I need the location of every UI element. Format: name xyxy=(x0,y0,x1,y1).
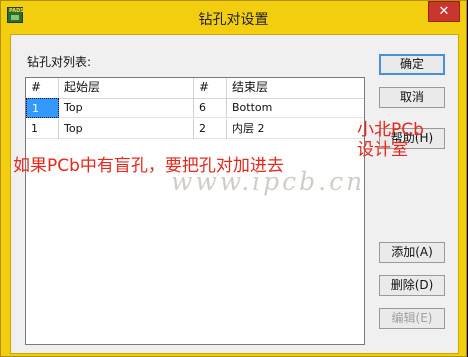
column-header-end-index[interactable]: # xyxy=(194,78,227,98)
table-cell[interactable]: Bottom xyxy=(227,98,364,118)
ok-button[interactable]: 确定 xyxy=(379,54,445,75)
edit-button[interactable]: 编辑(E) xyxy=(379,308,445,329)
drill-pairs-list-label: 钻孔对列表: xyxy=(27,55,92,69)
dialog-title: 钻孔对设置 xyxy=(198,12,269,28)
column-header-start-layer[interactable]: 起始层 xyxy=(59,78,194,98)
column-header-end-layer[interactable]: 结束层 xyxy=(227,78,364,98)
delete-button[interactable]: 删除(D) xyxy=(379,275,445,296)
add-button[interactable]: 添加(A) xyxy=(379,242,445,263)
table-row[interactable]: 1 Top 6 Bottom xyxy=(26,98,364,118)
column-header-start-index[interactable]: # xyxy=(26,78,59,98)
close-icon: ✕ xyxy=(438,4,450,19)
table-cell[interactable]: 2 xyxy=(194,119,227,139)
help-button[interactable]: 帮助(H) xyxy=(379,128,445,149)
table-cell[interactable]: 1 xyxy=(26,98,59,118)
table-cell[interactable]: 内层 2 xyxy=(227,119,364,139)
cancel-button[interactable]: 取消 xyxy=(379,87,445,108)
close-button[interactable]: ✕ xyxy=(428,1,460,22)
table-cell[interactable]: 6 xyxy=(194,98,227,118)
table-cell[interactable]: Top xyxy=(59,98,194,118)
dialog-client-area: 钻孔对列表: # 起始层 # 结束层 1 Top 6 Bottom 1 Top … xyxy=(10,34,459,354)
dialog-titlebar[interactable]: PADS 钻孔对设置 ✕ xyxy=(1,1,466,34)
table-row[interactable]: 1 Top 2 内层 2 xyxy=(26,119,364,139)
table-cell[interactable]: Top xyxy=(59,119,194,139)
table-header: # 起始层 # 结束层 xyxy=(26,78,364,99)
drill-pairs-dialog: PADS 钻孔对设置 ✕ 钻孔对列表: # 起始层 # 结束层 1 Top 6 … xyxy=(0,0,467,357)
drill-pairs-table[interactable]: # 起始层 # 结束层 1 Top 6 Bottom 1 Top 2 内层 2 xyxy=(25,77,365,345)
table-cell[interactable]: 1 xyxy=(26,119,59,139)
